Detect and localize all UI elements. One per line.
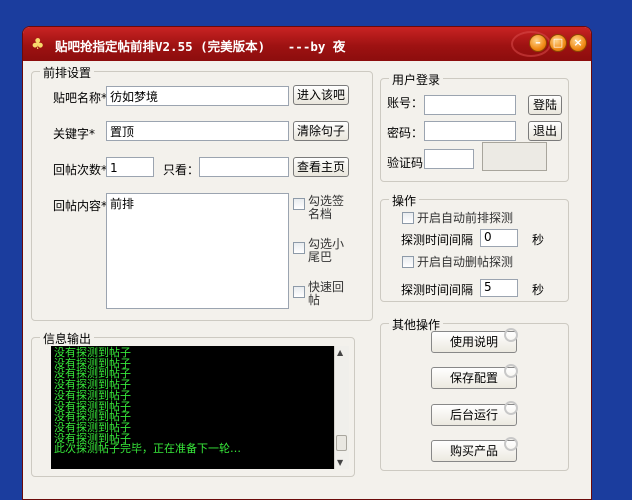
scroll-up-icon[interactable]: ▲ — [337, 348, 343, 357]
help-button-label: 使用说明 — [449, 335, 498, 349]
reply-count-input[interactable]: 1 — [106, 157, 154, 177]
tieba-name-label: 贴吧名称* — [53, 91, 108, 105]
view-home-button[interactable]: 查看主页 — [293, 157, 349, 177]
bamboo-icon: ♣ — [31, 35, 45, 53]
only-view-input[interactable] — [199, 157, 289, 177]
title-bar[interactable]: ♣ 贴吧抢指定帖前排V2.55 (完美版本) ---by 夜 – □ × — [23, 27, 591, 61]
captcha-label: 验证码 — [387, 156, 424, 170]
minimize-button[interactable]: – — [529, 34, 547, 52]
keyword-label: 关键字* — [53, 127, 96, 141]
log-lines: 没有探测到帖子 没有探测到帖子 没有探测到帖子 没有探测到帖子 没有探测到帖子 没有探测到… — [54, 347, 331, 456]
reply-content-textarea[interactable]: 前排 — [106, 193, 289, 309]
signature-checkbox[interactable] — [293, 198, 305, 210]
account-input[interactable] — [424, 95, 516, 115]
window-title: 贴吧抢指定帖前排V2.55 (完美版本) ---by 夜 — [55, 39, 346, 54]
log-line: 此次探测帖子完毕，正在准备下一轮… — [54, 442, 241, 456]
log-group-title: 信息输出 — [40, 330, 95, 347]
log-scrollbar[interactable]: ▲ ▼ — [334, 346, 349, 469]
maximize-button[interactable]: □ — [549, 34, 567, 52]
interval2-unit: 秒 — [532, 283, 545, 297]
password-label: 密码： — [387, 126, 424, 140]
signature-checkbox-label: 勾选签名档 — [308, 194, 345, 221]
quick-reply-checkbox[interactable] — [293, 286, 305, 298]
ring-icon — [504, 437, 518, 451]
operations-group-title: 操作 — [389, 192, 420, 209]
login-group-title: 用户登录 — [389, 71, 444, 88]
interval1-label: 探测时间间隔 — [401, 233, 474, 247]
background-run-button-label: 后台运行 — [449, 408, 498, 422]
auto-front-label: 开启自动前排探测 — [417, 211, 514, 225]
background-run-button[interactable]: 后台运行 — [431, 401, 518, 426]
login-button[interactable]: 登陆 — [528, 95, 562, 115]
help-button[interactable]: 使用说明 — [431, 328, 518, 353]
save-config-button[interactable]: 保存配置 — [431, 364, 518, 389]
captcha-input[interactable] — [424, 149, 474, 169]
account-label: 账号： — [387, 96, 424, 110]
scroll-down-icon[interactable]: ▼ — [337, 458, 343, 467]
settings-group-title: 前排设置 — [40, 64, 95, 81]
close-button[interactable]: × — [569, 34, 587, 52]
ring-icon — [504, 401, 518, 415]
app-window: ♣ 贴吧抢指定帖前排V2.55 (完美版本) ---by 夜 – □ × 前排设… — [22, 26, 592, 500]
password-input[interactable] — [424, 121, 516, 141]
buy-product-button-label: 购买产品 — [449, 444, 498, 458]
only-view-label: 只看： — [163, 163, 200, 177]
tail-checkbox-label: 勾选小尾巴 — [308, 237, 345, 264]
enter-bar-button[interactable]: 进入该吧 — [293, 85, 349, 105]
tieba-name-input[interactable]: 彷如梦境 — [106, 86, 289, 106]
quick-reply-checkbox-label: 快速回帖 — [308, 280, 345, 307]
clear-sentence-button[interactable]: 清除句子 — [293, 121, 349, 141]
tail-checkbox[interactable] — [293, 242, 305, 254]
reply-count-label: 回帖次数* — [53, 163, 108, 177]
logout-button[interactable]: 退出 — [528, 121, 562, 141]
interval1-unit: 秒 — [532, 233, 545, 247]
log-output[interactable]: 没有探测到帖子 没有探测到帖子 没有探测到帖子 没有探测到帖子 没有探测到帖子 没有探测到… — [51, 346, 334, 469]
reply-content-label: 回帖内容* — [53, 199, 108, 213]
auto-delete-checkbox[interactable] — [402, 256, 414, 268]
buy-product-button[interactable]: 购买产品 — [431, 437, 518, 462]
interval1-input[interactable]: 0 — [480, 229, 518, 247]
keyword-input[interactable]: 置顶 — [106, 121, 289, 141]
scroll-thumb[interactable] — [336, 435, 347, 451]
interval2-input[interactable]: 5 — [480, 279, 518, 297]
save-config-button-label: 保存配置 — [449, 371, 498, 385]
auto-front-checkbox[interactable] — [402, 212, 414, 224]
auto-delete-label: 开启自动删帖探测 — [417, 255, 514, 269]
interval2-label: 探测时间间隔 — [401, 283, 474, 297]
captcha-image[interactable] — [482, 142, 547, 171]
ring-icon — [504, 328, 518, 342]
ring-icon — [504, 364, 518, 378]
